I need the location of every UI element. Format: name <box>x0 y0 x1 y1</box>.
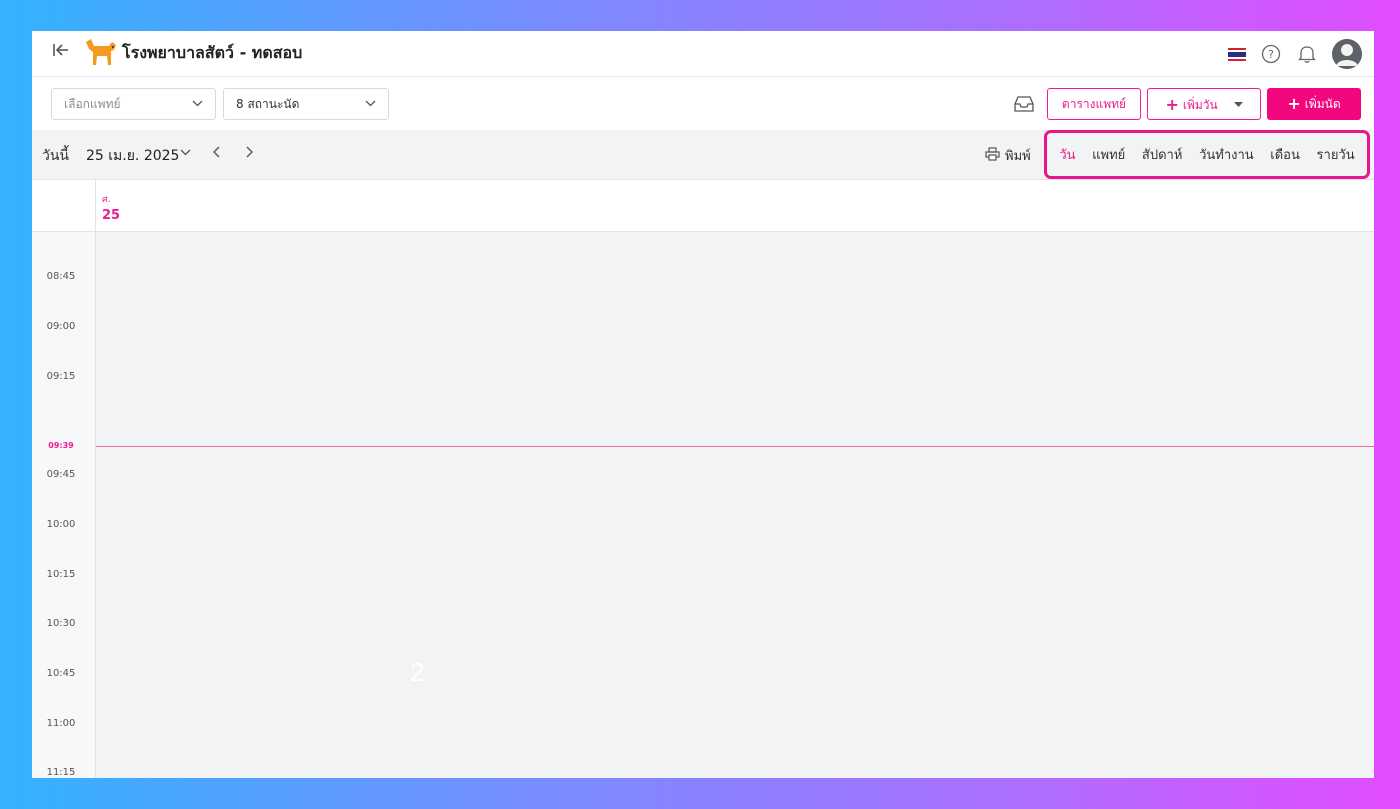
current-time-indicator <box>96 446 1374 447</box>
chevron-down-icon <box>192 89 203 131</box>
print-label: พิมพ์ <box>1005 149 1031 164</box>
plus-icon: + <box>1165 95 1179 114</box>
status-select-value: 8 สถานะนัด <box>236 97 300 111</box>
next-date-icon[interactable] <box>244 143 254 165</box>
top-header: โรงพยาบาลสัตว์ - ทดสอบ ? <box>32 31 1374 77</box>
time-label: 09:45 <box>46 469 76 480</box>
app-window: โรงพยาบาลสัตว์ - ทดสอบ ? เลือกแพทย์ 8 สถ… <box>32 31 1374 778</box>
view-tab-month[interactable]: เดือน <box>1270 144 1300 165</box>
plus-icon: + <box>1287 94 1301 113</box>
status-select[interactable]: 8 สถานะนัด <box>223 88 389 120</box>
bell-icon[interactable] <box>1296 43 1318 65</box>
user-avatar[interactable] <box>1332 39 1362 69</box>
day-number[interactable]: 25 <box>102 208 120 223</box>
calendar-time-grid[interactable]: 08:45 09:00 09:15 09:39 09:45 10:00 10:1… <box>32 232 1374 778</box>
time-label: 11:15 <box>46 767 76 778</box>
collapse-sidebar-icon[interactable] <box>50 42 72 64</box>
svg-text:?: ? <box>1268 48 1274 61</box>
today-button[interactable]: วันนี้ <box>42 145 69 167</box>
view-tab-workweek[interactable]: วันทำงาน <box>1199 144 1254 165</box>
filter-toolbar: เลือกแพทย์ 8 สถานะนัด ตารางแพทย์ + เพิ่มว… <box>32 77 1374 130</box>
view-tab-doctor[interactable]: แพทย์ <box>1092 144 1125 165</box>
date-chevron-down-icon[interactable] <box>180 145 191 162</box>
caret-down-icon <box>1233 89 1243 119</box>
inbox-icon[interactable] <box>1013 94 1035 114</box>
doctor-select-placeholder: เลือกแพทย์ <box>64 97 121 111</box>
current-date-label[interactable]: 25 เม.ย. 2025 <box>86 145 179 167</box>
date-navigation-bar: วันนี้ 25 เม.ย. 2025 พิมพ์ วัน แพทย์ สัป… <box>32 130 1374 180</box>
time-label: 09:15 <box>46 371 76 382</box>
app-title: โรงพยาบาลสัตว์ - ทดสอบ <box>122 43 303 62</box>
thai-flag-icon[interactable] <box>1228 47 1246 61</box>
view-tab-day[interactable]: วัน <box>1059 144 1075 165</box>
time-label: 09:00 <box>46 321 76 332</box>
add-appointment-label: เพิ่มนัด <box>1304 97 1341 111</box>
view-switcher: วัน แพทย์ สัปดาห์ วันทำงาน เดือน รายวัน <box>1044 130 1370 179</box>
view-tab-week[interactable]: สัปดาห์ <box>1142 144 1183 165</box>
overlay-step-number: 2 <box>410 657 425 687</box>
prev-date-icon[interactable] <box>212 143 222 165</box>
day-abbreviation: ศ. <box>102 195 111 205</box>
printer-icon <box>985 146 1000 165</box>
time-label: 10:15 <box>46 569 76 580</box>
time-label: 10:00 <box>46 519 76 530</box>
doctor-schedule-button[interactable]: ตารางแพทย์ <box>1047 88 1141 120</box>
day-column-header: ศ. 25 <box>32 180 1374 232</box>
print-button[interactable]: พิมพ์ <box>985 145 1031 166</box>
current-time-label: 09:39 <box>48 441 74 450</box>
chevron-down-icon <box>365 89 376 131</box>
add-day-label: เพิ่มวัน <box>1182 98 1218 112</box>
add-day-button[interactable]: + เพิ่มวัน <box>1147 88 1261 120</box>
doctor-select[interactable]: เลือกแพทย์ <box>51 88 216 120</box>
time-gutter-header <box>32 180 96 232</box>
time-label: 10:30 <box>46 618 76 629</box>
time-label: 10:45 <box>46 668 76 679</box>
time-label: 11:00 <box>46 718 76 729</box>
header-actions: ? <box>1228 37 1362 71</box>
add-appointment-button[interactable]: + เพิ่มนัด <box>1267 88 1361 120</box>
time-gutter <box>32 232 96 778</box>
help-icon[interactable]: ? <box>1260 43 1282 65</box>
view-tab-agenda[interactable]: รายวัน <box>1317 144 1355 165</box>
time-label: 08:45 <box>46 271 76 282</box>
dog-logo-icon <box>84 38 118 68</box>
